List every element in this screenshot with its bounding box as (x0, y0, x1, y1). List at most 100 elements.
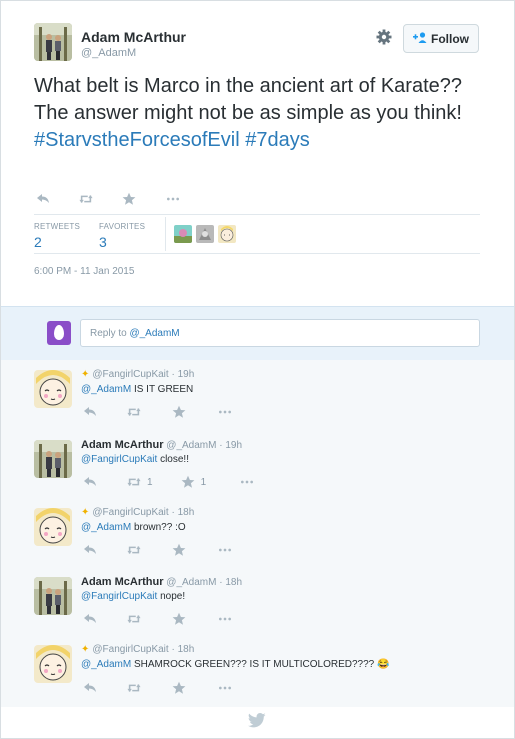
hashtag-starvstheforcesofevil[interactable]: #StarvstheForcesofEvil (34, 129, 240, 151)
twitter-bird-icon[interactable] (247, 713, 266, 728)
reply-input-mention: @_AdamM (129, 328, 180, 339)
reply-composer: Reply to @_AdamM (1, 306, 514, 361)
reply-author-handle[interactable]: @FangirlCupKait (92, 507, 168, 518)
retweets-label: RETWEETS (34, 222, 81, 231)
author-name[interactable]: Adam McArthur (81, 29, 186, 45)
retweets-stat[interactable]: RETWEETS 2 (34, 222, 80, 250)
reply-tweet[interactable]: Adam McArthur @_AdamM · 19h @FangirlCupK… (1, 430, 514, 499)
retweet-icon[interactable] (127, 543, 141, 557)
reply-author-handle[interactable]: @FangirlCupKait (92, 644, 168, 655)
more-icon[interactable] (238, 475, 256, 489)
reply-author-name[interactable]: Adam McArthur (81, 439, 164, 451)
more-icon[interactable] (216, 612, 234, 626)
reply-author-handle[interactable]: @_AdamM (166, 440, 216, 451)
star-icon[interactable] (172, 681, 186, 695)
star-icon[interactable] (172, 405, 186, 419)
reply-retweet-count: 1 (147, 476, 153, 488)
reply-avatar[interactable] (34, 645, 72, 683)
gear-icon[interactable] (375, 28, 393, 46)
reply-header: Adam McArthur @_AdamM · 18h (81, 576, 243, 588)
tweet-text: What belt is Marco in the ancient art of… (34, 73, 484, 154)
reply-mention[interactable]: @FangirlCupKait (81, 591, 157, 602)
author-handle[interactable]: @_AdamM (81, 47, 136, 59)
reply-avatar[interactable] (34, 508, 72, 546)
reply-icon[interactable] (83, 543, 97, 557)
reply-input[interactable]: Reply to @_AdamM (80, 319, 480, 347)
star-icon[interactable] (172, 543, 186, 557)
reply-mention[interactable]: @_AdamM (81, 384, 131, 395)
reply-time[interactable]: 18h (178, 644, 195, 655)
reply-header: ✦ @FangirlCupKait · 18h (81, 507, 195, 518)
reply-mention[interactable]: @FangirlCupKait (81, 454, 157, 465)
reply-mention[interactable]: @_AdamM (81, 659, 131, 670)
hashtag-7days[interactable]: #7days (245, 129, 310, 151)
reply-author-name[interactable]: Adam McArthur (81, 576, 164, 588)
star-icon[interactable] (181, 475, 195, 489)
retweet-icon[interactable] (79, 192, 93, 206)
more-icon[interactable] (216, 681, 234, 695)
star-icon[interactable] (122, 192, 136, 206)
reply-text: @_AdamM SHAMROCK GREEN??? IS IT MULTICOL… (81, 659, 389, 670)
favorites-stat[interactable]: FAVORITES 3 (99, 222, 145, 250)
reply-author-handle[interactable]: @_AdamM (166, 577, 216, 588)
reply-avatar[interactable] (34, 370, 72, 408)
reply-avatar[interactable] (34, 577, 72, 615)
reply-body: SHAMROCK GREEN??? IS IT MULTICOLORED????… (131, 659, 390, 670)
reply-text: @_AdamM IS IT GREEN (81, 384, 193, 395)
star-icon[interactable] (172, 612, 186, 626)
favorites-label: FAVORITES (99, 222, 146, 231)
favoriter-avatar[interactable] (196, 225, 214, 243)
reply-text: @FangirlCupKait nope! (81, 591, 185, 602)
reply-icon[interactable] (36, 192, 50, 206)
reply-actions (83, 405, 234, 419)
add-person-icon (413, 31, 427, 46)
reply-avatar[interactable] (34, 440, 72, 478)
reply-body: brown?? :O (131, 522, 186, 533)
author-avatar[interactable] (34, 23, 72, 61)
favorites-count: 3 (99, 234, 107, 250)
reply-time[interactable]: 19h (178, 369, 195, 380)
reply-icon[interactable] (83, 405, 97, 419)
reply-favorite-count: 1 (200, 476, 207, 488)
reply-time[interactable]: 19h (225, 440, 242, 451)
more-icon[interactable] (216, 405, 234, 419)
reply-actions (83, 612, 234, 626)
tweet-stats: RETWEETS 2 FAVORITES 3 (34, 214, 480, 254)
retweet-icon[interactable] (127, 681, 141, 695)
current-user-avatar (47, 321, 71, 345)
retweet-icon[interactable] (127, 475, 141, 489)
reply-header: ✦ @FangirlCupKait · 19h (81, 369, 195, 380)
retweet-icon[interactable] (127, 405, 141, 419)
reply-tweet[interactable]: ✦ @FangirlCupKait · 18h @_AdamM SHAMROCK … (1, 635, 514, 708)
sparkle-icon: ✦ (81, 644, 90, 655)
reply-actions: 1 1 (83, 475, 256, 489)
tweet-actions (36, 192, 182, 206)
reply-icon[interactable] (83, 612, 97, 626)
reply-time[interactable]: 18h (225, 577, 242, 588)
reply-input-prefix: Reply to (90, 328, 130, 339)
favoriter-avatars (174, 225, 236, 243)
tweet-timestamp[interactable]: 6:00 PM - 11 Jan 2015 (34, 266, 134, 277)
sparkle-icon: ✦ (81, 507, 90, 518)
main-tweet: Adam McArthur @_AdamM Follow What belt i… (1, 1, 514, 306)
reply-tweet[interactable]: ✦ @FangirlCupKait · 18h @_AdamM brown?? :… (1, 498, 514, 568)
favoriter-avatar[interactable] (218, 225, 236, 243)
more-icon[interactable] (216, 543, 234, 557)
follow-button[interactable]: Follow (403, 24, 479, 53)
favoriter-avatar[interactable] (174, 225, 192, 243)
reply-mention[interactable]: @_AdamM (81, 522, 131, 533)
tweet-embed: Adam McArthur @_AdamM Follow What belt i… (0, 0, 515, 739)
reply-icon[interactable] (83, 475, 97, 489)
more-icon[interactable] (164, 192, 182, 206)
reply-time[interactable]: 18h (178, 507, 195, 518)
reply-author-handle[interactable]: @FangirlCupKait (92, 369, 168, 380)
follow-label: Follow (431, 31, 469, 46)
reply-icon[interactable] (83, 681, 97, 695)
reply-text: @FangirlCupKait close!! (81, 454, 189, 465)
reply-actions (83, 681, 234, 695)
retweet-icon[interactable] (127, 612, 141, 626)
reply-tweet[interactable]: ✦ @FangirlCupKait · 19h @_AdamM IS IT GRE… (1, 360, 514, 431)
reply-tweet[interactable]: Adam McArthur @_AdamM · 18h @FangirlCupK… (1, 567, 514, 636)
reply-actions (83, 543, 234, 557)
reply-text: @_AdamM brown?? :O (81, 522, 186, 533)
